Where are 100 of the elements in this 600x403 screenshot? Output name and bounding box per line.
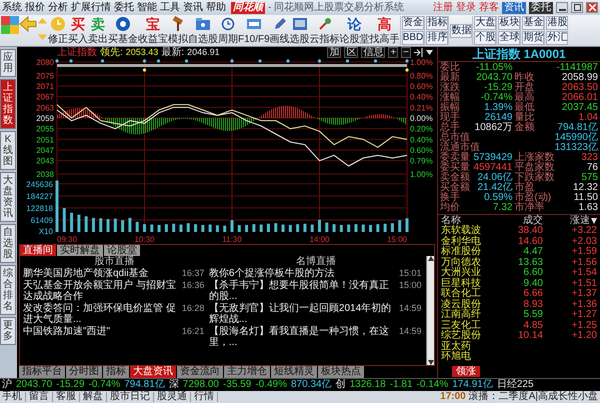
ticker-item: 深 <box>168 380 179 390</box>
stock-price: 10.14 <box>516 331 543 342</box>
index-name: 上证指数 <box>57 48 97 57</box>
ticker-item: 870.34亿 <box>291 380 332 390</box>
stock-change: +1.59 <box>570 247 597 258</box>
news-time: 16:37 <box>182 268 206 279</box>
ticker-item: 7298.00 <box>182 380 219 390</box>
axis-label: 0.20% <box>410 124 433 134</box>
quote-label: 上涨家数 <box>514 153 554 163</box>
axis-label: 2038 <box>36 170 54 178</box>
news-time: 17:00 <box>440 392 466 402</box>
latest-value: 2046.91 <box>187 48 220 57</box>
quote-label: 委比 <box>440 63 461 73</box>
quote-value: 0.59% <box>483 193 512 203</box>
axis-label: 14:00 <box>309 235 330 244</box>
quote-value: 10862万 <box>474 123 512 133</box>
ticker-item: -35.59 <box>222 380 252 390</box>
quote-label: 平盘家数 <box>514 163 554 173</box>
ticker-item: -15.29 <box>56 380 85 390</box>
axis-label: 2051 <box>36 135 54 144</box>
stock-change: +1.25 <box>570 320 597 331</box>
ticker-item: 日经225 <box>496 380 534 390</box>
quote-label: 昨收 <box>514 73 536 83</box>
stock-change: +2.03 <box>570 236 597 247</box>
quote-label: 涨幅 <box>440 93 461 103</box>
latest-label: 最新: <box>161 48 184 57</box>
quote-label: 涨跌 <box>440 83 461 93</box>
stock-change: +1.56 <box>570 258 597 268</box>
stock-price: 6.60 <box>522 268 543 278</box>
quote-value: 4597441 <box>472 163 512 173</box>
axis-label: 2043 <box>36 156 54 166</box>
quote-value: 145990亿 <box>554 133 598 143</box>
quote-value: 2066.01 <box>560 93 598 103</box>
quote-value: 7.32 <box>492 203 512 213</box>
quote-label: 最低 <box>514 103 536 113</box>
stock-price: 6.66 <box>522 289 543 300</box>
stock-change: +1.54 <box>570 268 597 278</box>
quote-value: 2043.70 <box>475 73 512 83</box>
stock-price: 4.47 <box>522 247 543 258</box>
lead-label: 领先: <box>100 48 123 57</box>
quote-label: 总市值 <box>440 133 470 143</box>
stock-change: +1.27 <box>570 310 597 320</box>
axis-label: 1.00% <box>410 58 433 67</box>
quote-label: 流通市值 <box>440 143 481 153</box>
axis-label: 0.40% <box>410 135 433 144</box>
quote-value: 11.50 <box>572 193 598 203</box>
axis-label: 15:00 <box>386 235 407 244</box>
quote-value: -15.29 <box>483 83 512 93</box>
window-title: - 同花顺网上股票交易分析系统 <box>268 2 404 12</box>
ticker-item: 沪 <box>2 380 12 390</box>
quote-value: 794.81亿 <box>556 123 598 133</box>
stock-price: 5.59 <box>522 310 543 320</box>
glyph-icon: 论 <box>348 16 362 32</box>
column-header: 名称 <box>441 215 461 226</box>
axis-label: X10 <box>38 227 53 236</box>
axis-label: 0.21% <box>410 103 433 112</box>
news-time: 14:59 <box>399 303 423 315</box>
news-time: 14:59 <box>399 326 423 338</box>
ticker-item: -1.81 <box>390 380 413 390</box>
glyph-icon: 买 <box>71 16 85 32</box>
ticker-item: 1326.18 <box>350 380 386 390</box>
stock-change: +3.22 <box>570 226 597 236</box>
axis-label: 2067 <box>36 92 54 102</box>
news-time: 15:01 <box>399 268 423 279</box>
ticker-item: -0.74% <box>88 380 120 390</box>
axis-label: 1.00% <box>410 170 433 178</box>
axis-label: 61409 <box>30 216 53 225</box>
axis-label: 0.60% <box>410 146 433 155</box>
quote-value: 26149 <box>484 113 512 123</box>
news-time: 15:00 <box>399 280 423 292</box>
quote-value: 21.42亿 <box>476 183 512 193</box>
stock-change: +1.37 <box>570 289 597 300</box>
quote-value: 24.06亿 <box>476 173 512 183</box>
panel-title: 上证指数 1A0001 <box>438 47 600 62</box>
ticker-item: 174.91亿 <box>452 380 493 390</box>
stock-change: +1.51 <box>570 278 597 289</box>
axis-label: 2080 <box>36 58 54 67</box>
quote-label: 振幅 <box>440 103 461 113</box>
stock-change: +1.36 <box>570 300 597 310</box>
glyph-icon: 高 <box>378 16 392 32</box>
column-header: 名博直播 <box>294 256 337 267</box>
axis-label: 2071 <box>36 82 54 91</box>
glyph-icon: 卖 <box>91 16 105 32</box>
quote-value: 76 <box>586 163 598 173</box>
axis-label: 10:30 <box>134 235 155 244</box>
lead-value: 2053.43 <box>126 48 158 57</box>
axis-label: 0.80% <box>410 71 433 80</box>
quote-label: 最新 <box>440 73 461 83</box>
quote-label: 最高 <box>514 93 536 103</box>
quote-label: 市盈 <box>514 183 534 193</box>
quote-value: 131323亿 <box>554 143 598 153</box>
ticker-item: 创 <box>336 380 346 390</box>
quote-label: 现手 <box>440 113 461 123</box>
ticker-item: -0.14% <box>416 380 448 390</box>
quote-value: 323 <box>580 153 598 163</box>
stock-price: 14.60 <box>516 236 543 247</box>
axis-label: 122818 <box>26 204 53 213</box>
axis-label: 09:30 <box>57 235 78 244</box>
quote-label: 下跌家数 <box>514 173 554 183</box>
quote-label: 换手 <box>440 193 461 203</box>
